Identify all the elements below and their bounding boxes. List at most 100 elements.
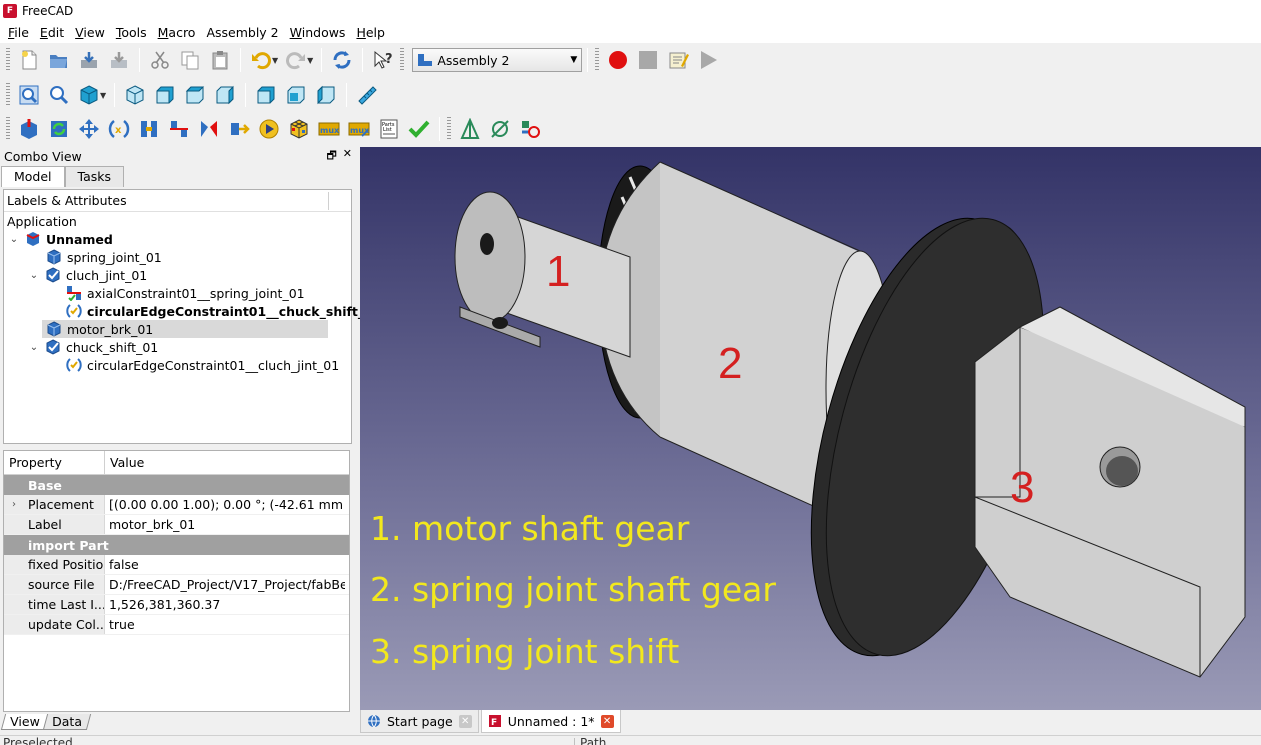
tree-item-cluch-jint[interactable]: ⌄ cluch_jint_01 bbox=[29, 266, 147, 284]
check-assembly-button[interactable] bbox=[405, 115, 433, 143]
tab-start-page[interactable]: Start page ✕ bbox=[360, 710, 479, 733]
menu-windows[interactable]: Windows bbox=[285, 25, 351, 40]
toolbar-grip[interactable] bbox=[447, 117, 451, 141]
save-button[interactable] bbox=[75, 46, 103, 74]
new-document-button[interactable] bbox=[15, 46, 43, 74]
chevron-down-icon[interactable]: ⌄ bbox=[29, 342, 39, 353]
column-splitter[interactable] bbox=[328, 192, 329, 210]
import-part-button[interactable] bbox=[15, 115, 43, 143]
menu-edit[interactable]: Edit bbox=[35, 25, 69, 40]
document-icon bbox=[26, 232, 40, 246]
tab-unnamed-document[interactable]: F Unnamed : 1* ✕ bbox=[480, 710, 621, 733]
tree-item-unnamed[interactable]: ⌄ Unnamed bbox=[9, 230, 113, 248]
open-button[interactable] bbox=[45, 46, 73, 74]
view-isometric-button[interactable] bbox=[121, 81, 149, 109]
cube-front-icon bbox=[156, 86, 174, 104]
close-tab-icon[interactable]: ✕ bbox=[458, 714, 472, 728]
toolbar-grip[interactable] bbox=[6, 48, 10, 72]
whats-this-icon: ? bbox=[374, 50, 393, 69]
toolbar-grip[interactable] bbox=[6, 117, 10, 141]
measure-angle-button[interactable] bbox=[456, 115, 484, 143]
move-part-button[interactable] bbox=[75, 115, 103, 143]
menu-view[interactable]: View bbox=[70, 25, 110, 40]
constraint-editor-button[interactable]: x bbox=[105, 115, 133, 143]
tree-item-chuck-shift[interactable]: ⌄ chuck_shift_01 bbox=[29, 338, 158, 356]
view-top-button[interactable] bbox=[181, 81, 209, 109]
property-row-source-file[interactable]: source File D:/FreeCAD_Project/V17_Proje… bbox=[4, 575, 349, 595]
chevron-down-icon[interactable]: ⌄ bbox=[29, 270, 39, 281]
degrees-of-freedom-button[interactable] bbox=[285, 115, 313, 143]
undo-button[interactable] bbox=[247, 46, 275, 74]
chevron-right-icon[interactable]: › bbox=[12, 499, 16, 510]
menu-tools[interactable]: Tools bbox=[111, 25, 152, 40]
property-group-base[interactable]: Base bbox=[4, 475, 349, 495]
refresh-button[interactable] bbox=[328, 46, 356, 74]
close-icon[interactable]: ✕ bbox=[343, 147, 352, 166]
stop-macro-button[interactable] bbox=[634, 46, 662, 74]
view-front-button[interactable] bbox=[151, 81, 179, 109]
property-group-import-part[interactable]: import Part bbox=[4, 535, 349, 555]
close-tab-icon[interactable]: ✕ bbox=[600, 714, 614, 728]
measure-distance-button[interactable] bbox=[353, 81, 381, 109]
mux-button[interactable]: mux bbox=[315, 115, 343, 143]
macros-button[interactable] bbox=[664, 46, 692, 74]
measure-clear-button[interactable] bbox=[516, 115, 544, 143]
mux-plus-button[interactable]: mux bbox=[345, 115, 373, 143]
property-row-placement[interactable]: › Placement [(0.00 0.00 1.00); 0.00 °; (-… bbox=[4, 495, 349, 515]
axial-constraint-button[interactable] bbox=[165, 115, 193, 143]
tree-item-spring-joint[interactable]: spring_joint_01 bbox=[46, 248, 162, 266]
tree-item-motor-brk[interactable]: motor_brk_01 bbox=[42, 320, 328, 338]
part-label-3: 3 bbox=[1010, 463, 1035, 512]
tab-tasks[interactable]: Tasks bbox=[64, 166, 125, 187]
menu-assembly-2[interactable]: Assembly 2 bbox=[201, 25, 283, 40]
cut-button[interactable] bbox=[146, 46, 174, 74]
toolbar-grip[interactable] bbox=[400, 48, 405, 72]
axonometric-button[interactable] bbox=[75, 81, 103, 109]
point-constraint-button[interactable] bbox=[135, 115, 163, 143]
fit-selection-button[interactable] bbox=[45, 81, 73, 109]
property-row-time-last[interactable]: time Last I... 1,526,381,360.37 bbox=[4, 595, 349, 615]
toolbar-grip[interactable] bbox=[6, 83, 10, 107]
float-panel-icon[interactable]: 🗗 bbox=[326, 147, 336, 166]
menu-file[interactable]: File bbox=[3, 25, 34, 40]
record-macro-button[interactable] bbox=[604, 46, 632, 74]
animate-button[interactable] bbox=[255, 115, 283, 143]
menu-help[interactable]: Help bbox=[351, 25, 390, 40]
view-dropdown-icon[interactable]: ▼ bbox=[100, 91, 106, 100]
tree-item-circular-edge-chuck[interactable]: circularEdgeConstraint01__chuck_shift_01 bbox=[66, 302, 382, 320]
view-right-button[interactable] bbox=[211, 81, 239, 109]
save-as-button[interactable] bbox=[105, 46, 133, 74]
paste-button[interactable] bbox=[206, 46, 234, 74]
tab-view[interactable]: View bbox=[0, 714, 49, 730]
execute-macro-button[interactable] bbox=[694, 46, 722, 74]
redo-button[interactable] bbox=[282, 46, 310, 74]
tree-item-axial-constraint[interactable]: axialConstraint01__spring_joint_01 bbox=[66, 284, 305, 302]
property-row-update-col[interactable]: update Col... true bbox=[4, 615, 349, 635]
view-bottom-button[interactable] bbox=[282, 81, 310, 109]
view-left-button[interactable] bbox=[312, 81, 340, 109]
tree-item-circular-edge-cluch[interactable]: circularEdgeConstraint01__cluch_jint_01 bbox=[66, 356, 339, 374]
property-row-label[interactable]: Label motor_brk_01 bbox=[4, 515, 349, 535]
property-header: Property Value bbox=[4, 451, 349, 475]
view-rear-button[interactable] bbox=[252, 81, 280, 109]
copy-button[interactable] bbox=[176, 46, 204, 74]
whats-this-button[interactable]: ? bbox=[369, 46, 397, 74]
undo-dropdown-icon[interactable]: ▼ bbox=[272, 56, 278, 65]
mux-plus-icon: mux bbox=[348, 122, 370, 137]
update-parts-button[interactable] bbox=[45, 115, 73, 143]
chevron-down-icon[interactable]: ⌄ bbox=[9, 234, 19, 245]
lock-rotation-button[interactable] bbox=[225, 115, 253, 143]
tab-data[interactable]: Data bbox=[42, 714, 91, 730]
svg-text:?: ? bbox=[385, 52, 393, 67]
workbench-selector[interactable]: Assembly 2 ▼ bbox=[412, 48, 583, 72]
measure-circle-button[interactable] bbox=[486, 115, 514, 143]
parts-list-button[interactable]: Parts List bbox=[375, 115, 403, 143]
toolbar-grip[interactable] bbox=[595, 48, 600, 72]
3d-viewport[interactable]: 1 2 3 1. motor shaft gear 2. spring join… bbox=[360, 147, 1261, 710]
property-row-fixed-position[interactable]: fixed Position false bbox=[4, 555, 349, 575]
redo-dropdown-icon[interactable]: ▼ bbox=[307, 56, 313, 65]
angle-constraint-button[interactable] bbox=[195, 115, 223, 143]
fit-all-button[interactable] bbox=[15, 81, 43, 109]
menu-macro[interactable]: Macro bbox=[153, 25, 201, 40]
tab-model[interactable]: Model bbox=[1, 166, 65, 187]
